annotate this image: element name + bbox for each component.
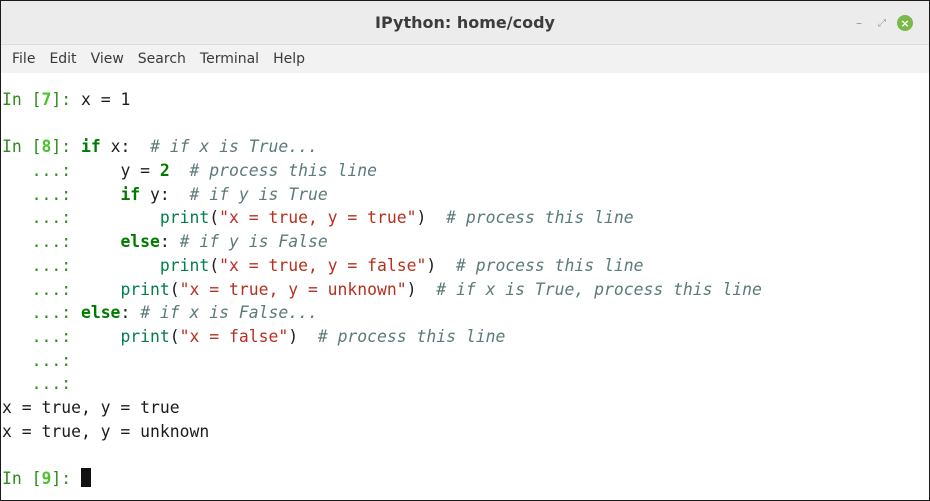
continuation-line: ...: print("x = true, y = unknown") # if…	[2, 279, 762, 299]
terminal-window: IPython: home/cody – ⤢ × File Edit View …	[0, 0, 930, 501]
code: x = 1	[80, 90, 131, 109]
continuation-line: ...: print("x = false") # process this l…	[2, 326, 506, 346]
menu-search[interactable]: Search	[132, 51, 194, 67]
terminal-output[interactable]: In [7]: x = 1 In [8]: if x: # if x is Tr…	[1, 88, 929, 500]
window-title: IPython: home/cody	[375, 13, 555, 32]
continuation-line: ...: print("x = true, y = true") # proce…	[2, 208, 634, 228]
prompt: In [8]:	[2, 137, 81, 157]
close-icon[interactable]: ×	[897, 15, 913, 31]
menu-file[interactable]: File	[6, 51, 43, 67]
continuation-line: ...:	[2, 374, 72, 394]
input-line-8: In [8]: if x: # if x is True...	[2, 137, 318, 157]
output-line: x = true, y = true	[2, 397, 180, 417]
prompt: In [7]:	[2, 90, 81, 109]
prompt: In [9]:	[2, 469, 81, 488]
output-line: x = true, y = unknown	[2, 421, 210, 441]
text-cursor	[80, 468, 91, 487]
input-line-7: In [7]: x = 1	[2, 88, 929, 112]
continuation-line: ...: y = 2 # process this line	[2, 161, 378, 181]
minimize-icon[interactable]: –	[851, 15, 867, 31]
continuation-line: ...: if y: # if y is True	[2, 184, 328, 204]
menu-bar: File Edit View Search Terminal Help	[1, 45, 929, 73]
menu-edit[interactable]: Edit	[43, 51, 84, 67]
scrollbar[interactable]	[925, 441, 929, 500]
input-line-9[interactable]: In [9]:	[2, 467, 929, 491]
comment: # if x is True...	[150, 137, 318, 157]
continuation-line: ...: else: # if x is False...	[2, 303, 318, 323]
continuation-line: ...: else: # if y is False	[2, 232, 328, 252]
maximize-icon[interactable]: ⤢	[874, 15, 890, 31]
title-bar[interactable]: IPython: home/cody – ⤢ ×	[1, 1, 929, 45]
menu-terminal[interactable]: Terminal	[194, 51, 267, 67]
keyword: if	[80, 137, 101, 157]
continuation-line: ...: print("x = true, y = false") # proc…	[2, 255, 644, 275]
continuation-line: ...:	[2, 350, 72, 370]
menu-help[interactable]: Help	[267, 51, 313, 67]
menu-view[interactable]: View	[85, 51, 132, 67]
